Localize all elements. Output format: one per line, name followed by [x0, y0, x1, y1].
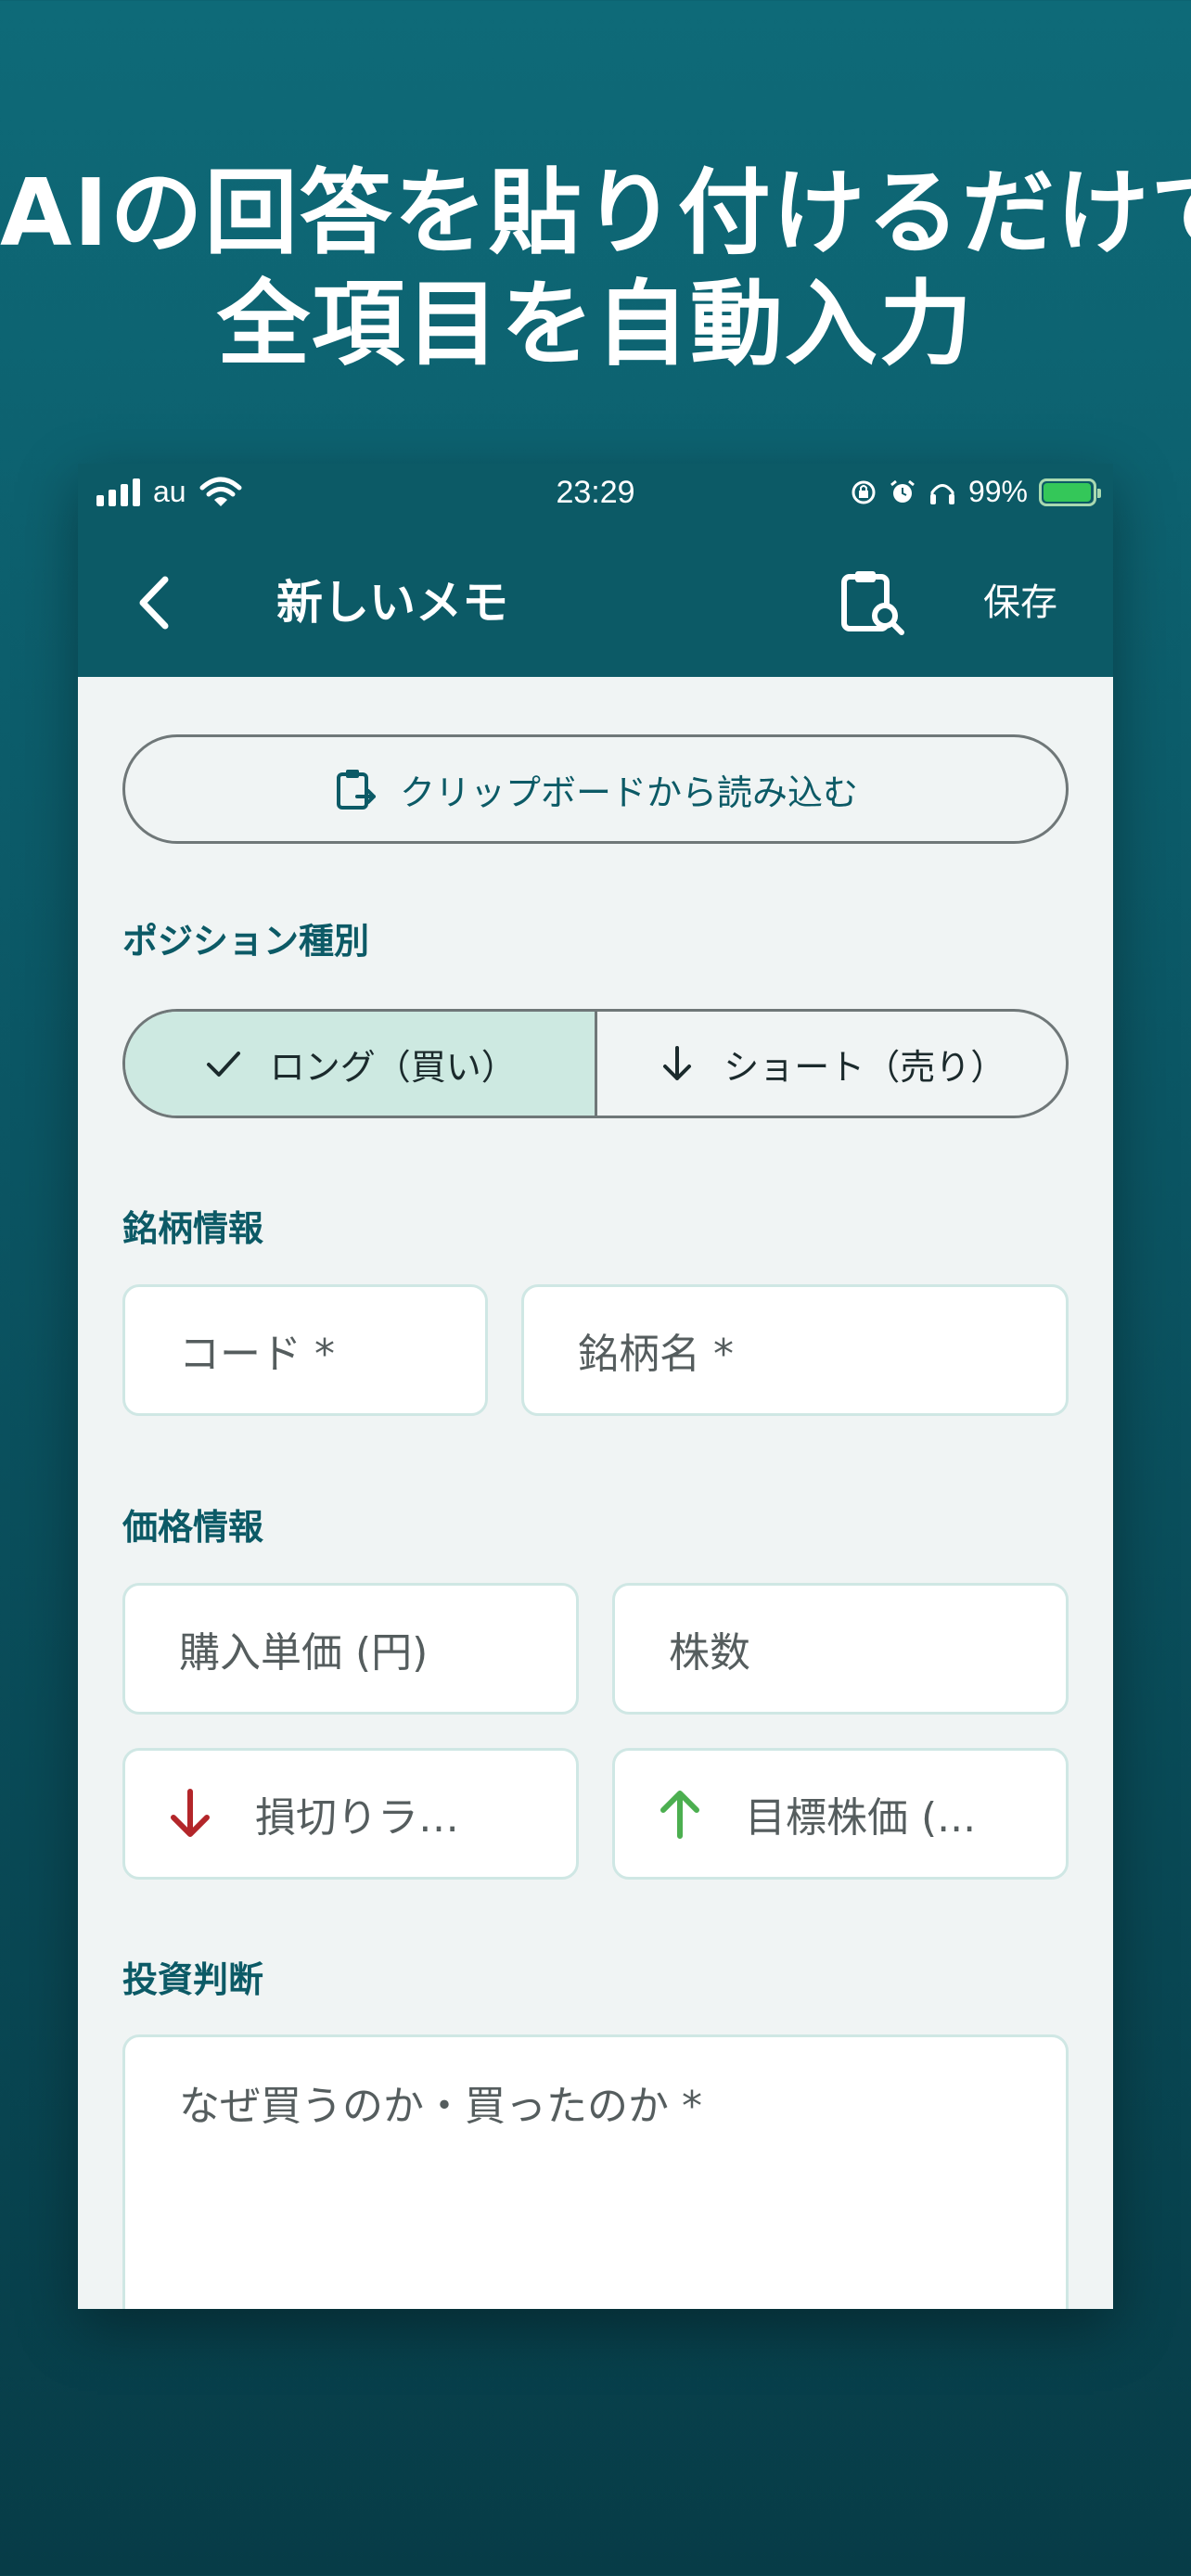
- investment-reason-textarea[interactable]: なぜ買うのか・買ったのか *: [122, 2034, 1069, 2309]
- stock-info-label: 銘柄情報: [122, 1208, 264, 1249]
- save-button[interactable]: 保存: [983, 575, 1057, 631]
- status-bar: au 23:29 99%: [78, 464, 1113, 529]
- load-from-clipboard-button[interactable]: クリップボードから読み込む: [122, 734, 1069, 844]
- clipboard-search-icon[interactable]: [837, 567, 907, 638]
- segment-long[interactable]: ロング（買い）: [125, 1012, 595, 1116]
- page-title: 新しいメモ: [276, 576, 508, 630]
- stop-loss-placeholder: 損切りラ…: [255, 1794, 459, 1842]
- target-price-placeholder: 目標株価 (...: [745, 1794, 977, 1842]
- promo-headline-line1: AIの回答を貼り付けるだけで: [0, 159, 1191, 267]
- clipboard-paste-icon: [336, 770, 376, 810]
- investment-reason-placeholder: なぜ買うのか・買ったのか *: [179, 2083, 702, 2130]
- headphones-icon: [929, 483, 954, 504]
- investment-decision-label: 投資判断: [122, 1959, 264, 2000]
- position-type-segmented-control: ロング（買い） ショート（売り）: [122, 1009, 1069, 1118]
- code-placeholder: コード *: [179, 1331, 335, 1378]
- target-arrow-up-icon: [660, 1791, 699, 1839]
- purchase-price-placeholder: 購入単価 (円): [179, 1629, 429, 1677]
- stock-name-placeholder: 銘柄名 *: [578, 1331, 734, 1378]
- purchase-price-input[interactable]: 購入単価 (円): [122, 1583, 579, 1715]
- code-input[interactable]: コード *: [122, 1284, 488, 1416]
- back-chevron-icon[interactable]: [124, 570, 189, 635]
- shares-placeholder: 株数: [669, 1629, 750, 1677]
- segment-short[interactable]: ショート（売り）: [594, 1012, 1067, 1116]
- position-type-label: ポジション種別: [122, 921, 370, 962]
- segment-short-label: ショート（売り）: [724, 1046, 1006, 1088]
- battery-icon: [1039, 478, 1101, 506]
- arrow-down-icon: [663, 1046, 692, 1080]
- stock-name-input[interactable]: 銘柄名 *: [521, 1284, 1069, 1416]
- status-right: 99%: [850, 475, 1101, 509]
- check-icon: [206, 1052, 240, 1077]
- phone-screen: au 23:29 99% 新しいメモ 保存 クリップボードから読み込む ポジショ…: [78, 464, 1113, 2309]
- promo-headline: AIの回答を貼り付けるだけで 全項目を自動入力: [0, 158, 1191, 380]
- segment-long-label: ロング（買い）: [269, 1046, 517, 1088]
- load-from-clipboard-label: クリップボードから読み込む: [399, 772, 858, 813]
- shares-input[interactable]: 株数: [612, 1583, 1069, 1715]
- battery-percent: 99%: [967, 475, 1028, 508]
- stop-loss-input[interactable]: 損切りラ…: [122, 1748, 579, 1880]
- battery-fill: [1044, 482, 1092, 502]
- price-info-label: 価格情報: [122, 1507, 264, 1548]
- orientation-lock-icon: [852, 480, 876, 504]
- promo-headline-line2: 全項目を自動入力: [217, 270, 974, 378]
- alarm-icon: [890, 479, 915, 503]
- nav-bar: 新しいメモ 保存: [78, 529, 1113, 677]
- target-price-input[interactable]: 目標株価 (...: [612, 1748, 1069, 1880]
- stop-loss-arrow-down-icon: [171, 1789, 210, 1837]
